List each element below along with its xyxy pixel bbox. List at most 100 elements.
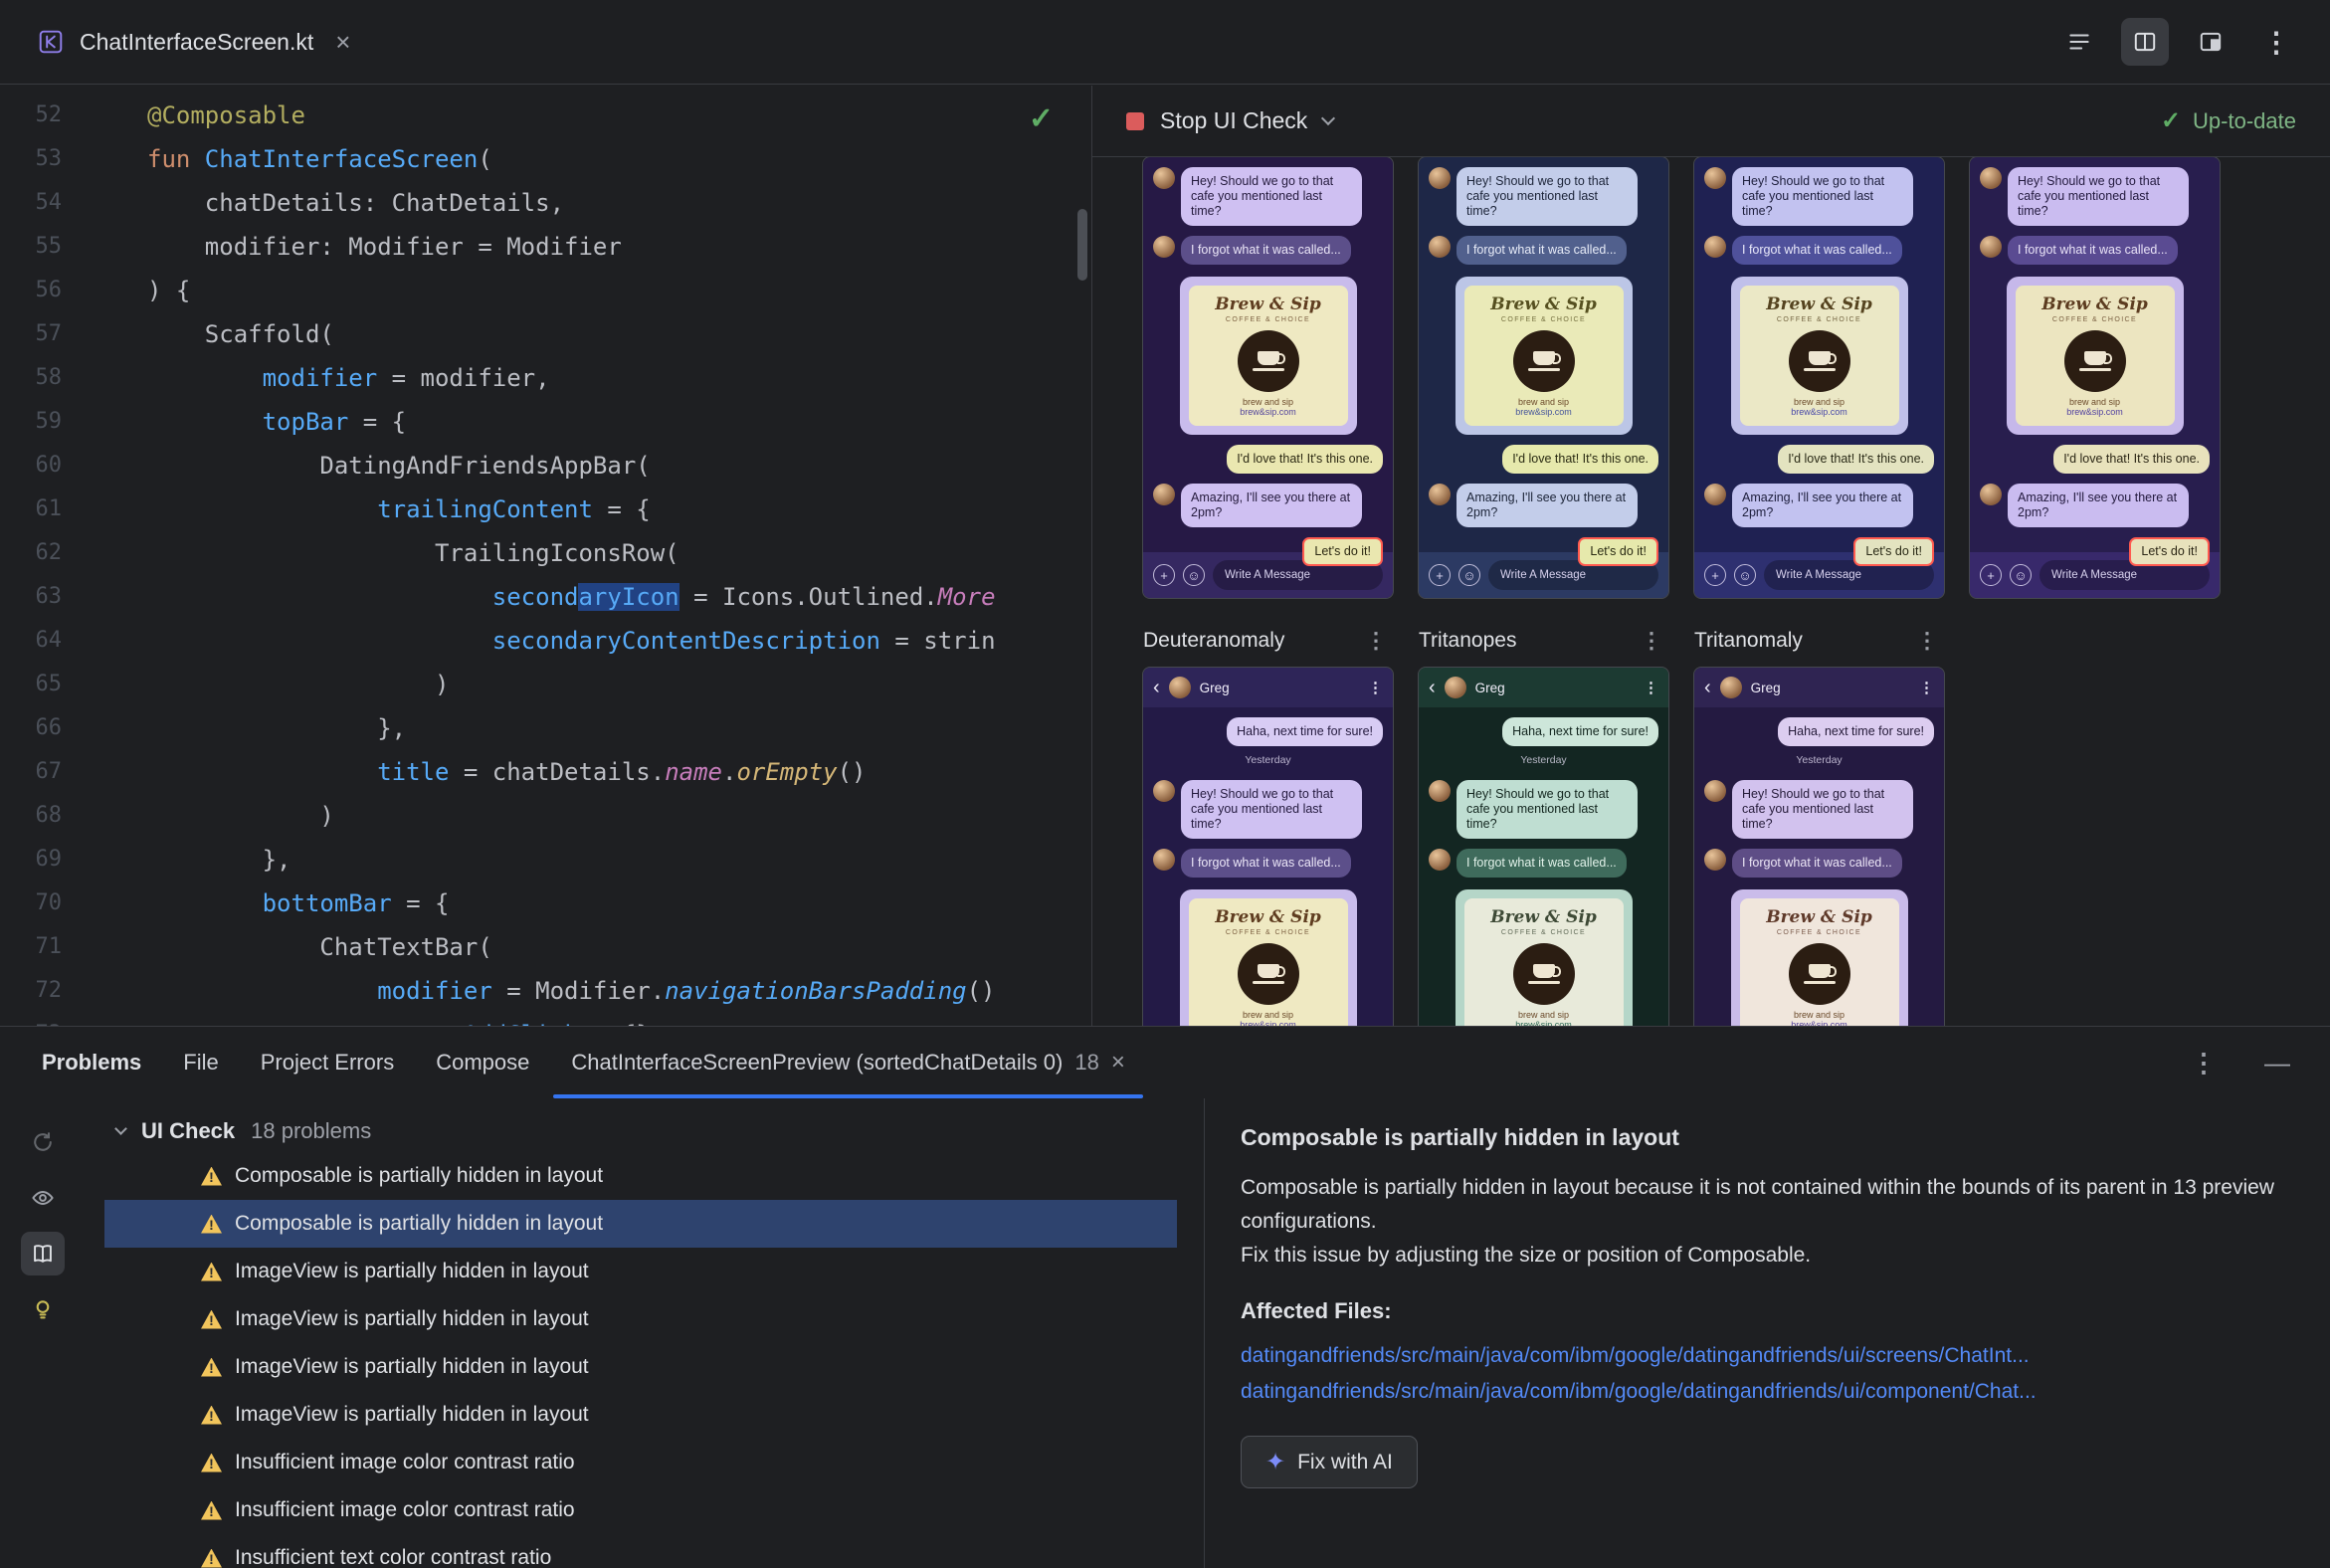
affected-file-link[interactable]: datingandfriends/src/main/java/com/ibm/g… [1241, 1374, 2294, 1410]
coffee-card: Brew & Sip COFFEE & CHOICE brew and sip bre… [1455, 277, 1633, 435]
warning-icon [201, 1500, 222, 1520]
emoji-icon[interactable]: ☺ [2010, 564, 2032, 586]
problem-item[interactable]: ImageView is partially hidden in layout [104, 1391, 1177, 1439]
close-tab-icon[interactable]: × [335, 27, 350, 58]
ui-check-group-row[interactable]: UI Check 18 problems [85, 1110, 1204, 1152]
add-icon[interactable]: + [1704, 564, 1726, 586]
kebab-icon[interactable]: ⋮ [1635, 628, 1668, 654]
problem-item-text: ImageView is partially hidden in layout [235, 1260, 589, 1282]
refresh-icon[interactable] [21, 1120, 65, 1164]
panel-options-icon[interactable]: ⋮ [2191, 1048, 2217, 1078]
add-icon[interactable]: + [1153, 564, 1175, 586]
editor-scrollbar[interactable] [1077, 209, 1087, 281]
problem-item[interactable]: Composable is partially hidden in layout [104, 1152, 1177, 1200]
back-icon[interactable]: ‹ [1429, 678, 1436, 697]
kebab-icon[interactable]: ⋮ [1368, 679, 1383, 696]
chat-header: ‹ Greg ⋮ [1694, 668, 1944, 707]
chat-message-row: I forgot what it was called... [1429, 849, 1658, 878]
eye-icon[interactable] [21, 1176, 65, 1220]
preview-label-tritanomaly: Tritanomaly ⋮ [1694, 628, 1944, 654]
problem-item[interactable]: ImageView is partially hidden in layout [104, 1343, 1177, 1391]
add-icon[interactable]: + [1429, 564, 1451, 586]
chat-message-row: I forgot what it was called... [1704, 849, 1934, 878]
preview-pane-toggle-icon[interactable] [20, 1232, 65, 1275]
preview-layout-icon[interactable] [2187, 18, 2234, 66]
editor-tab[interactable]: ChatInterfaceScreen.kt × [30, 0, 358, 84]
emoji-icon[interactable]: ☺ [1734, 564, 1756, 586]
stop-ui-check-button[interactable]: Stop UI Check [1160, 107, 1307, 134]
code-line: title = chatDetails.name.orEmpty() [147, 758, 867, 786]
back-icon[interactable]: ‹ [1153, 678, 1160, 697]
tab-problems[interactable]: Problems [21, 1027, 162, 1098]
split-editor-icon[interactable] [2121, 18, 2169, 66]
problem-item[interactable]: Composable is partially hidden in layout [104, 1200, 1177, 1248]
chat-bubble: Hey! Should we go to that cafe you menti… [2008, 167, 2189, 226]
add-icon[interactable]: + [1980, 564, 2002, 586]
affected-file-link[interactable]: datingandfriends/src/main/java/com/ibm/g… [1241, 1338, 2294, 1374]
avatar [1429, 167, 1451, 189]
chat-message-row: Hey! Should we go to that cafe you menti… [1429, 167, 1658, 226]
problem-item[interactable]: Insufficient image color contrast ratio [104, 1486, 1177, 1534]
preview-toolbar: Stop UI Check ✓ Up-to-date [1092, 86, 2330, 157]
preview-phone[interactable]: Hey! Should we go to that cafe you menti… [1142, 157, 1394, 599]
problems-tabs: Problems File Project Errors Compose Cha… [0, 1027, 2330, 1098]
back-icon[interactable]: ‹ [1704, 678, 1711, 697]
problem-item[interactable]: Insufficient image color contrast ratio [104, 1439, 1177, 1486]
preview-phone[interactable]: ‹ Greg ⋮ Haha, next time for sure! Yesterday… [1142, 667, 1394, 1026]
card-url: brew&sip.com [2066, 407, 2123, 417]
code-line: modifier = modifier, [147, 364, 550, 392]
lightbulb-icon[interactable] [21, 1287, 65, 1331]
chevron-down-icon[interactable] [114, 1122, 127, 1135]
card-caption: brew and sip [1242, 1010, 1294, 1020]
card-subtitle-text: COFFEE & CHOICE [1225, 316, 1311, 323]
card-url: brew&sip.com [1791, 407, 1847, 417]
kebab-icon[interactable]: ⋮ [1919, 679, 1934, 696]
card-subtitle-text: COFFEE & CHOICE [1776, 316, 1862, 323]
line-number: 57 [35, 321, 63, 346]
chevron-down-icon[interactable] [1321, 110, 1336, 125]
preview-phone[interactable]: Hey! Should we go to that cafe you menti… [1418, 157, 1669, 599]
preview-canvas[interactable]: Hey! Should we go to that cafe you menti… [1092, 157, 2330, 1026]
problem-item[interactable]: ImageView is partially hidden in layout [104, 1248, 1177, 1295]
tab-file[interactable]: File [162, 1027, 239, 1098]
tab-compose[interactable]: Compose [415, 1027, 550, 1098]
code-line: modifier: Modifier = Modifier [147, 233, 622, 261]
tab-project-errors[interactable]: Project Errors [240, 1027, 415, 1098]
preview-row-2: ‹ Greg ⋮ Haha, next time for sure! Yesterday… [1142, 667, 2330, 1026]
problems-tree[interactable]: UI Check 18 problems Composable is parti… [85, 1098, 1204, 1568]
tab-chatinterfacescreen-preview[interactable]: ChatInterfaceScreenPreview (sortedChatDe… [550, 1027, 1146, 1098]
kotlin-file-icon [39, 30, 63, 54]
chat-bubble: Amazing, I'll see you there at 2pm? [1732, 484, 1913, 527]
warning-icon [201, 1405, 222, 1425]
close-tab-icon[interactable]: × [1111, 1049, 1125, 1077]
line-number: 67 [35, 759, 63, 784]
code-editor[interactable]: 52 53 54 55 56 57 58 59 60 61 62 63 64 65 66 67 68 69 70 71… [0, 86, 1092, 1026]
line-number: 69 [35, 847, 63, 872]
emoji-icon[interactable]: ☺ [1458, 564, 1480, 586]
minimize-panel-icon[interactable]: — [2264, 1048, 2290, 1078]
structure-view-icon[interactable] [2055, 18, 2103, 66]
avatar [1429, 484, 1451, 505]
line-number: 61 [35, 496, 63, 521]
coffee-cup-image [1512, 943, 1575, 1005]
status-text: Up-to-date [2193, 107, 2296, 133]
preview-phone[interactable]: Hey! Should we go to that cafe you menti… [1693, 157, 1945, 599]
avatar [1429, 849, 1451, 871]
fix-with-ai-button[interactable]: ✦ Fix with AI [1241, 1436, 1418, 1488]
preview-phone[interactable]: ‹ Greg ⋮ Haha, next time for sure! Yesterday… [1418, 667, 1669, 1026]
more-options-icon[interactable]: ⋮ [2252, 18, 2300, 66]
emoji-icon[interactable]: ☺ [1183, 564, 1205, 586]
coffee-card: Brew & Sip COFFEE & CHOICE brew and sip bre… [1730, 277, 1908, 435]
group-count: 18 problems [251, 1118, 372, 1143]
line-number: 63 [35, 584, 63, 609]
preview-phone[interactable]: Hey! Should we go to that cafe you menti… [1969, 157, 2221, 599]
code-area[interactable]: @Composable fun ChatInterfaceScreen( chat… [70, 94, 1091, 1026]
coffee-cup-image [1788, 330, 1850, 392]
card-caption: brew and sip [1517, 397, 1570, 407]
problem-item[interactable]: Insufficient text color contrast ratio [104, 1534, 1177, 1568]
kebab-icon[interactable]: ⋮ [1644, 679, 1658, 696]
preview-phone[interactable]: ‹ Greg ⋮ Haha, next time for sure! Yesterday… [1693, 667, 1945, 1026]
problem-item[interactable]: ImageView is partially hidden in layout [104, 1295, 1177, 1343]
kebab-icon[interactable]: ⋮ [1910, 628, 1944, 654]
kebab-icon[interactable]: ⋮ [1359, 628, 1393, 654]
